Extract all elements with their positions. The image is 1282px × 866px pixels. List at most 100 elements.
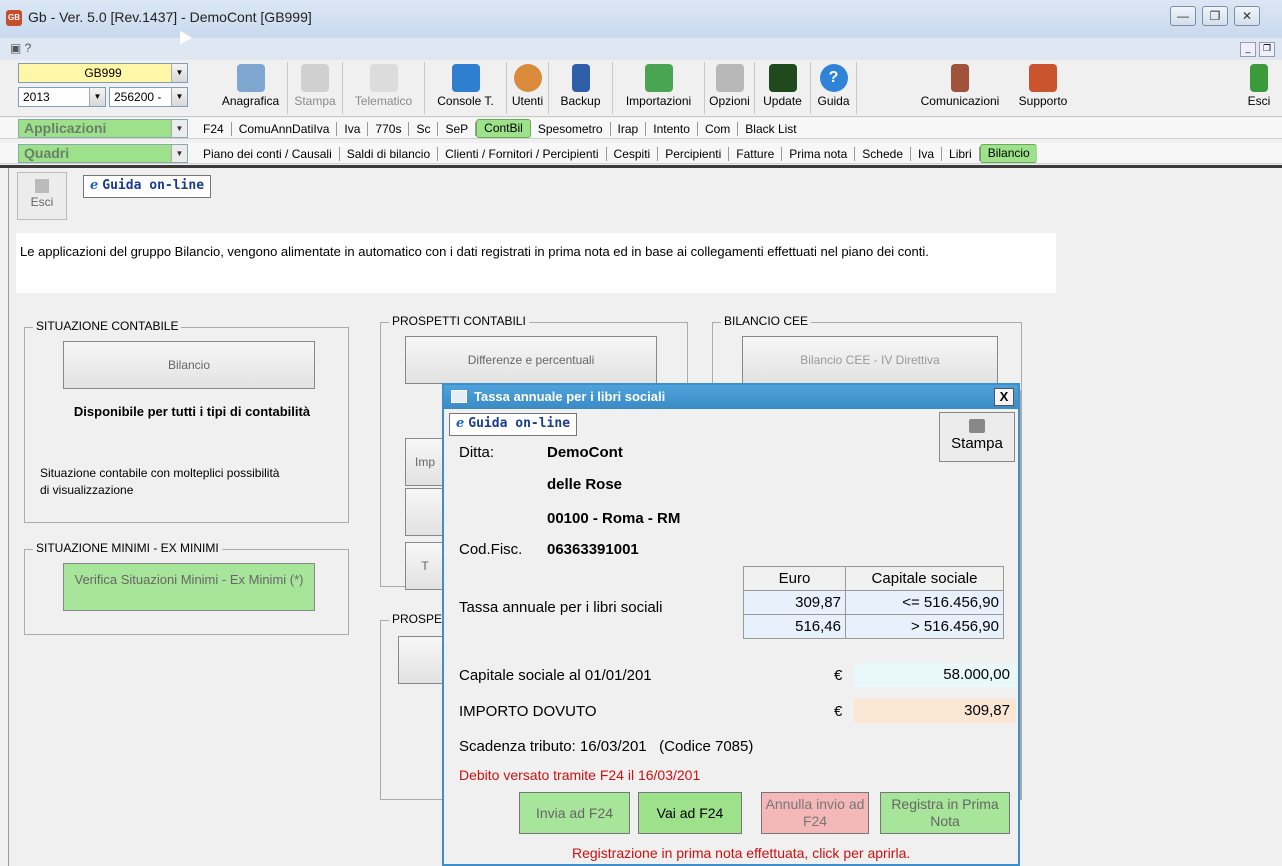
toolbar-opzioni-button[interactable]: Opzioni	[705, 62, 755, 114]
address-book-icon	[236, 64, 265, 92]
toolbar-stampa-button[interactable]: Stampa	[288, 62, 343, 114]
chevron-down-icon[interactable]: ▼	[89, 88, 105, 106]
exit-icon	[1250, 64, 1268, 92]
mdi-minimize-icon[interactable]: _	[1240, 42, 1256, 57]
ditta-name2: delle Rose	[547, 476, 623, 493]
menu-item-black-list[interactable]: Black List	[738, 122, 803, 136]
menu-item-comuanndatiiva[interactable]: ComuAnnDatiIva	[232, 121, 338, 136]
importo-value[interactable]: 309,87	[854, 699, 1016, 723]
toolbar-guida-button[interactable]: ? Guida	[811, 62, 857, 114]
quadri-combo[interactable]: Quadri ▼	[18, 144, 188, 163]
chevron-down-icon[interactable]: ▼	[171, 145, 187, 162]
guida-online-button[interactable]: e Guida on-line	[83, 175, 212, 198]
menu-item-schede[interactable]: Schede	[855, 146, 911, 161]
mdi-menu-icon[interactable]: ▣ ?	[10, 41, 31, 55]
toolbar-telematico-button[interactable]: Telematico	[343, 62, 425, 114]
invia-f24-button[interactable]: Invia ad F24	[519, 792, 630, 834]
dialog-guida-button[interactable]: e Guida on-line	[449, 413, 578, 436]
ditta-address: 00100 - Roma - RM	[547, 510, 681, 527]
menu-item-contbil[interactable]: ContBil	[476, 119, 531, 138]
applicazioni-combo[interactable]: Applicazioni ▼	[18, 119, 188, 138]
differenze-percentuali-button[interactable]: Differenze e percentuali	[405, 336, 657, 384]
menu-item-clienti-fornitori[interactable]: Clienti / Fornitori / Percipienti	[438, 146, 607, 161]
verifica-minimi-button[interactable]: Verifica Situazioni Minimi - Ex Minimi (…	[63, 563, 315, 611]
bilancio-button[interactable]: Bilancio	[63, 341, 315, 389]
chevron-down-icon[interactable]: ▼	[171, 64, 187, 82]
exit-icon	[35, 179, 49, 193]
toolbar-comunicazioni-button[interactable]: Comunicazioni	[912, 62, 1008, 114]
menu-item-prima-nota[interactable]: Prima nota	[782, 146, 856, 161]
mdi-restore-icon[interactable]: ❐	[1259, 42, 1275, 57]
menu-item-sc[interactable]: Sc	[409, 121, 439, 136]
options-icon	[715, 64, 744, 92]
chevron-down-icon[interactable]: ▼	[171, 120, 187, 137]
annulla-invio-button[interactable]: Annulla invio ad F24	[761, 792, 869, 834]
menu-item-f24[interactable]: F24	[196, 121, 232, 136]
capitale-label: Capitale sociale al 01/01/201	[459, 667, 652, 684]
registrazione-link[interactable]: Registrazione in prima nota effettuata, …	[572, 845, 910, 861]
menu-item-sep[interactable]: SeP	[438, 121, 477, 136]
menu-item-libri[interactable]: Libri	[942, 146, 980, 161]
menu-item-iva[interactable]: Iva	[911, 146, 943, 161]
window-title: Gb - Ver. 5.0 [Rev.1437] - DemoCont [GB9…	[28, 9, 312, 25]
title-bar: GB Gb - Ver. 5.0 [Rev.1437] - DemoCont […	[0, 0, 1282, 38]
dialog-stampa-button[interactable]: Stampa	[939, 412, 1015, 462]
toolbar-update-button[interactable]: Update	[755, 62, 811, 114]
backup-icon	[571, 64, 590, 92]
quadri-items: Piano dei conti / Causali Saldi di bilan…	[196, 143, 1037, 164]
menu-item-intento[interactable]: Intento	[646, 121, 698, 136]
tassa-table-label: Tassa annuale per i libri sociali	[459, 599, 663, 616]
t-button-partial[interactable]: T	[405, 542, 445, 590]
toolbar-importazioni-button[interactable]: Importazioni	[613, 62, 705, 114]
printer-icon	[301, 64, 329, 92]
toolbar-esci-button[interactable]: Esci	[1240, 62, 1278, 114]
availability-text: Disponibile per tutti i tipi di contabil…	[73, 404, 311, 419]
code-value: 256200 -	[114, 90, 162, 104]
toolbar-backup-button[interactable]: Backup	[549, 62, 613, 114]
dialog-close-button[interactable]: X	[994, 388, 1014, 406]
toolbar-utenti-button[interactable]: Utenti	[507, 62, 549, 114]
menu-item-percipienti[interactable]: Percipienti	[658, 146, 730, 161]
close-icon[interactable]: ✕	[1234, 6, 1260, 26]
menu-item-iva[interactable]: Iva	[337, 121, 369, 136]
menu-item-irap[interactable]: Irap	[611, 121, 647, 136]
table-row: 309,87 <= 516.456,90	[743, 590, 1004, 615]
prospetti2-button-partial[interactable]	[398, 636, 444, 684]
applicazioni-menu: Applicazioni ▼ F24 ComuAnnDatiIva Iva 77…	[0, 118, 1282, 139]
menu-item-cespiti[interactable]: Cespiti	[607, 146, 659, 161]
menu-item-fatture[interactable]: Fatture	[729, 146, 783, 161]
company-combo[interactable]: GB999 ▼	[18, 63, 188, 83]
menu-item-saldi-bilancio[interactable]: Saldi di bilancio	[340, 146, 439, 161]
telematic-icon	[369, 64, 398, 92]
applicazioni-items: F24 ComuAnnDatiIva Iva 770s Sc SeP ContB…	[196, 118, 804, 139]
menu-item-com[interactable]: Com	[698, 121, 739, 136]
registra-prima-nota-button[interactable]: Registra in Prima Nota	[880, 792, 1010, 834]
dialog-title: Tassa annuale per i libri sociali	[444, 385, 1018, 409]
menu-item-piano-conti[interactable]: Piano dei conti / Causali	[196, 146, 340, 161]
prospetti-button-partial[interactable]	[405, 488, 445, 536]
toolbar-supporto-button[interactable]: Supporto	[1008, 62, 1078, 114]
table-header-capitale: Capitale sociale	[845, 566, 1004, 591]
situazione-info-text: Situazione contabile con molteplici poss…	[40, 466, 280, 497]
menu-item-spesometro[interactable]: Spesometro	[531, 121, 611, 136]
table-cell-euro: 516,46	[743, 614, 846, 639]
code-combo[interactable]: 256200 - ▼	[109, 87, 188, 107]
help-icon: ?	[819, 64, 848, 92]
bilancio-cee-button[interactable]: Bilancio CEE - IV Direttiva	[742, 336, 998, 384]
imp-button-partial[interactable]: Imp	[405, 438, 445, 486]
vai-f24-button[interactable]: Vai ad F24	[638, 792, 742, 834]
table-cell-euro: 309,87	[743, 590, 846, 615]
panel-esci-button[interactable]: Esci	[17, 172, 67, 220]
toolbar-console-button[interactable]: Console T.	[425, 62, 507, 114]
update-icon	[768, 64, 797, 92]
capitale-value[interactable]: 58.000,00	[854, 663, 1016, 687]
mdi-bar: ▣ ? _ ❐	[0, 38, 1282, 60]
toolbar-anagrafica-button[interactable]: Anagrafica	[214, 62, 288, 114]
chevron-down-icon[interactable]: ▼	[171, 88, 187, 106]
year-combo[interactable]: 2013 ▼	[18, 87, 106, 107]
menu-item-770s[interactable]: 770s	[368, 121, 410, 136]
minimize-icon[interactable]: —	[1170, 6, 1196, 26]
tassa-table: Euro Capitale sociale 309,87 <= 516.456,…	[743, 566, 1004, 639]
restore-icon[interactable]: ❐	[1202, 6, 1228, 26]
menu-item-bilancio[interactable]: Bilancio	[979, 144, 1037, 163]
